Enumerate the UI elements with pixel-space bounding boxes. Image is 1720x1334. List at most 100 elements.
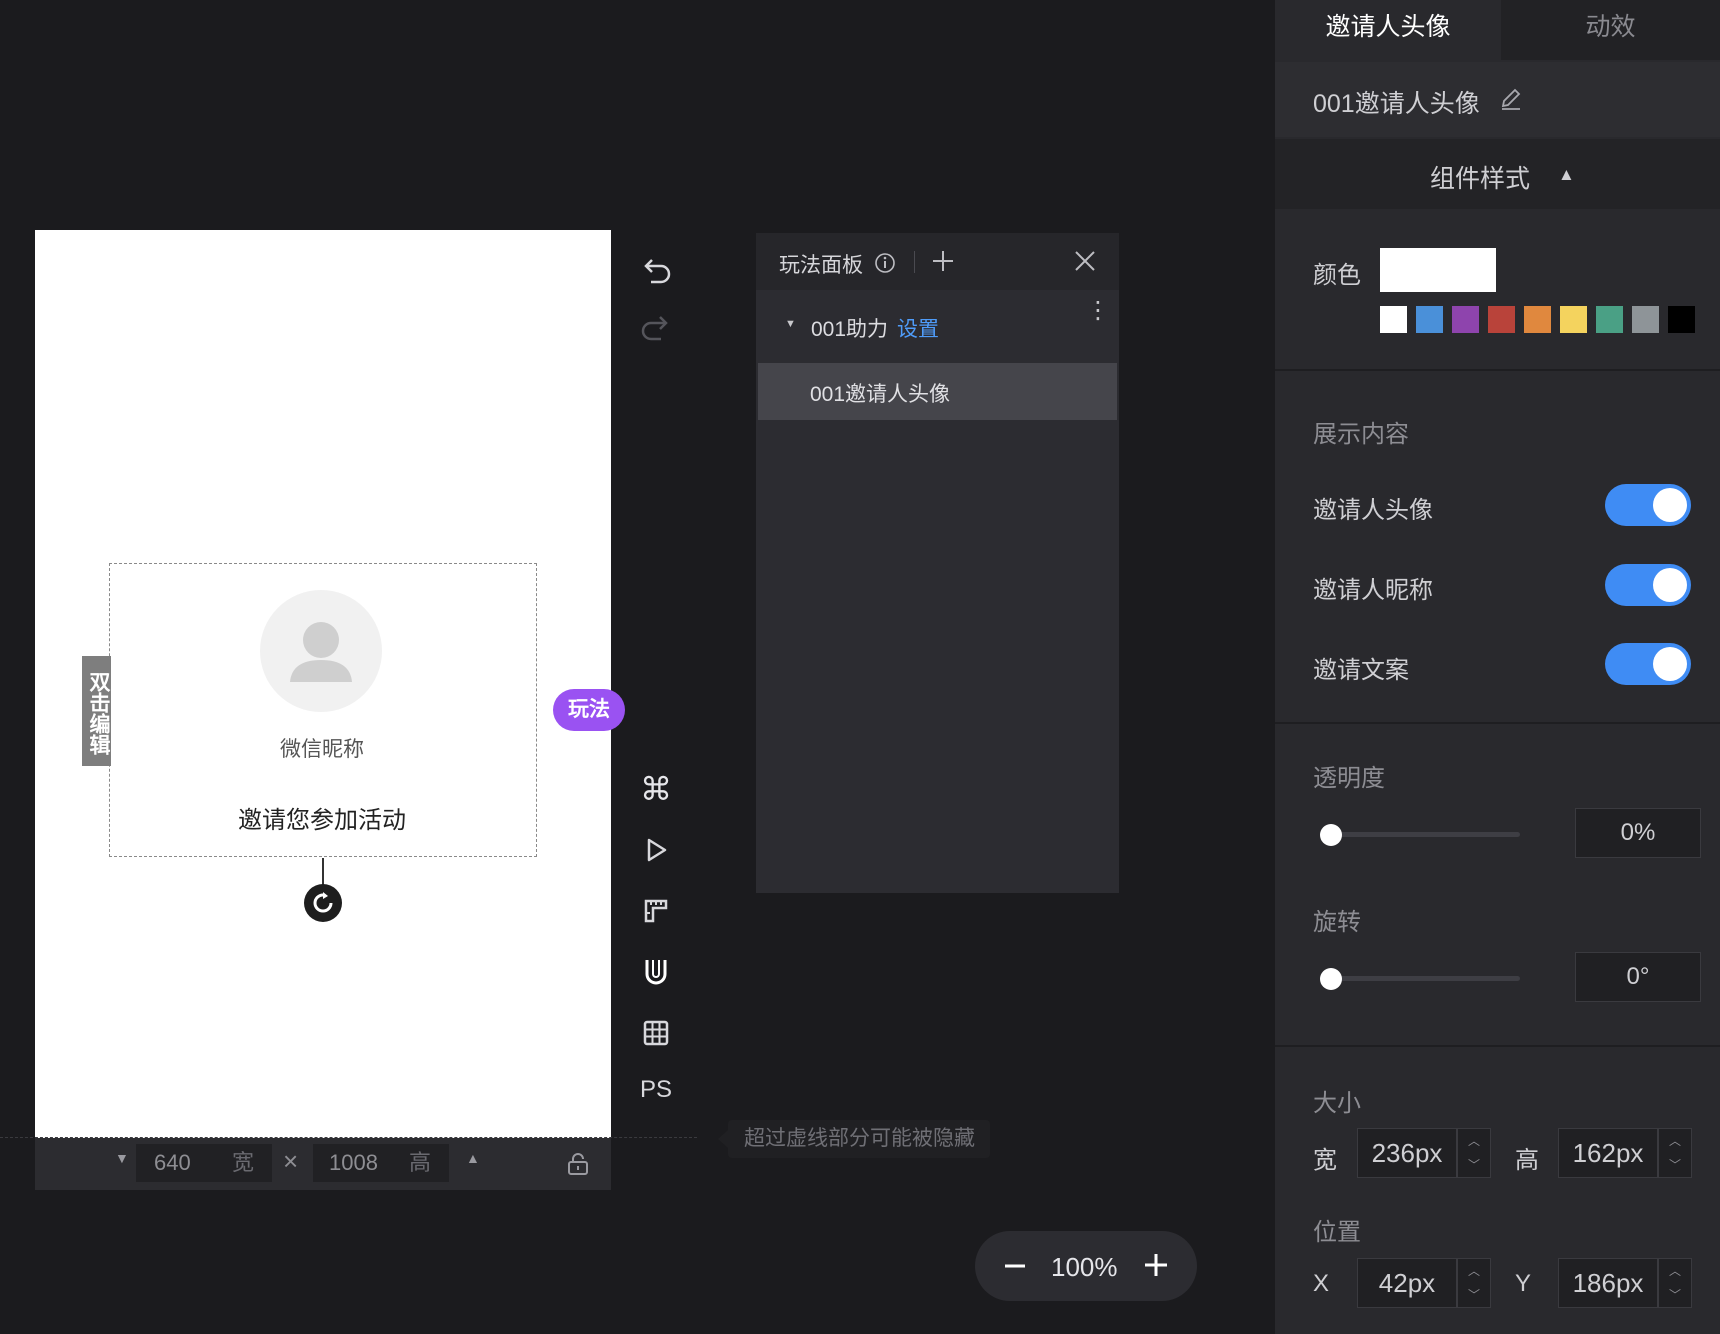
opacity-slider-knob[interactable] <box>1320 824 1342 846</box>
ruler-icon <box>644 899 668 923</box>
caret-down-icon[interactable]: ▼ <box>785 318 796 330</box>
opacity-value[interactable]: 0% <box>1575 808 1701 858</box>
play-panel-title: 玩法面板 <box>779 254 863 277</box>
double-click-edit-label[interactable]: 双击编辑 <box>82 656 111 766</box>
play-group-name: 001助力 <box>811 318 889 341</box>
divider <box>1275 722 1720 724</box>
swatch-red[interactable] <box>1488 306 1515 333</box>
play-item-row[interactable]: 001邀请人头像 <box>758 363 1117 420</box>
swatch-black[interactable] <box>1668 306 1695 333</box>
canvas-height-value: 1008 <box>329 1150 378 1175</box>
width-input[interactable]: 236px <box>1357 1128 1457 1178</box>
x-stepper[interactable]: ︿ ﹀ <box>1457 1258 1491 1308</box>
command-icon: ⌘ <box>640 771 672 807</box>
shortcut-button[interactable]: ⌘ <box>636 769 676 809</box>
inspector-panel: 邀请人头像 动效 001邀请人头像 组件样式 ▲ 颜色 展示内容 邀请人头像 邀… <box>1275 0 1720 1334</box>
toggle-knob <box>1653 568 1687 602</box>
x-label: X <box>1313 1270 1330 1297</box>
toggle-knob <box>1653 647 1687 681</box>
chevron-up-icon[interactable]: ︿ <box>1458 1129 1490 1153</box>
height-input[interactable]: 162px <box>1558 1128 1658 1178</box>
swatch-blue[interactable] <box>1416 306 1443 333</box>
close-icon[interactable] <box>1074 250 1096 272</box>
canvas-height-field[interactable]: 1008 高 <box>313 1144 449 1182</box>
color-preview[interactable] <box>1380 248 1496 292</box>
caret-up-icon: ▲ <box>1558 165 1575 184</box>
caret-up-icon[interactable]: ▲ <box>466 1150 480 1166</box>
preview-button[interactable] <box>636 830 676 870</box>
display-content-label: 展示内容 <box>1313 421 1409 448</box>
more-vertical-icon[interactable]: ⋮ <box>1086 299 1110 323</box>
toggle-label-avatar: 邀请人头像 <box>1313 497 1433 524</box>
opacity-slider-track[interactable] <box>1320 832 1520 837</box>
component-name-row: 001邀请人头像 <box>1275 62 1720 137</box>
rotate-value[interactable]: 0° <box>1575 952 1701 1002</box>
tab-animation[interactable]: 动效 <box>1501 0 1720 60</box>
rotate-slider-knob[interactable] <box>1320 968 1342 990</box>
tab-invitee-avatar[interactable]: 邀请人头像 <box>1275 0 1501 60</box>
swatch-orange[interactable] <box>1524 306 1551 333</box>
grid-icon <box>643 1020 669 1046</box>
rotate-handle[interactable] <box>304 884 342 922</box>
height-stepper[interactable]: ︿ ﹀ <box>1658 1128 1692 1178</box>
canvas-width-field[interactable]: 640 宽 <box>136 1144 272 1182</box>
divider <box>1275 1045 1720 1047</box>
show-avatar-toggle[interactable] <box>1605 484 1691 526</box>
canvas-width-unit: 宽 <box>231 1150 254 1175</box>
color-label: 颜色 <box>1313 262 1361 289</box>
x-input[interactable]: 42px <box>1357 1258 1457 1308</box>
zoom-out-icon[interactable] <box>1003 1257 1027 1275</box>
height-label: 高 <box>1515 1147 1539 1174</box>
play-panel-header: 玩法面板 <box>756 233 1119 290</box>
chevron-down-icon[interactable]: ﹀ <box>1458 1153 1490 1177</box>
component-style-title: 组件样式 <box>1430 165 1531 193</box>
position-label: 位置 <box>1313 1219 1361 1246</box>
zoom-level: 100% <box>1051 1252 1118 1282</box>
edit-icon[interactable] <box>1498 86 1524 112</box>
y-input[interactable]: 186px <box>1558 1258 1658 1308</box>
ruler-button[interactable] <box>636 891 676 931</box>
chevron-down-icon[interactable]: ﹀ <box>1458 1283 1490 1307</box>
magnet-icon <box>645 960 667 985</box>
canvas-size-bar: ▼ 640 宽 × 1008 高 ▲ <box>35 1138 611 1190</box>
chevron-down-icon[interactable]: ﹀ <box>1659 1153 1691 1177</box>
show-nickname-toggle[interactable] <box>1605 564 1691 606</box>
play-group-settings-link[interactable]: 设置 <box>897 313 939 343</box>
swatch-yellow[interactable] <box>1560 306 1587 333</box>
chevron-down-icon[interactable]: ﹀ <box>1659 1283 1691 1307</box>
caret-down-icon[interactable]: ▼ <box>115 1150 129 1166</box>
chevron-up-icon[interactable]: ︿ <box>1458 1259 1490 1283</box>
redo-button[interactable] <box>636 308 676 348</box>
ps-import-button[interactable]: PS <box>640 1076 672 1104</box>
times-icon: × <box>283 1146 299 1176</box>
y-stepper[interactable]: ︿ ﹀ <box>1658 1258 1692 1308</box>
swatch-purple[interactable] <box>1452 306 1479 333</box>
chevron-up-icon[interactable]: ︿ <box>1659 1259 1691 1283</box>
swatch-green[interactable] <box>1596 306 1623 333</box>
redo-icon <box>641 316 668 341</box>
grid-button[interactable] <box>636 1013 676 1053</box>
zoom-in-icon[interactable] <box>1143 1252 1169 1278</box>
toggle-knob <box>1653 488 1687 522</box>
swatch-gray[interactable] <box>1632 306 1659 333</box>
undo-button[interactable] <box>636 251 676 291</box>
show-invite-text-toggle[interactable] <box>1605 643 1691 685</box>
add-icon[interactable] <box>931 249 955 273</box>
swatch-white[interactable] <box>1380 306 1407 333</box>
play-tag[interactable]: 玩法 <box>553 689 625 731</box>
component-name: 001邀请人头像 <box>1313 90 1480 118</box>
rotate-icon <box>313 892 333 913</box>
hint-arrow <box>718 1130 728 1148</box>
hidden-area-hint: 超过虚线部分可能被隐藏 <box>728 1120 990 1158</box>
toggle-label-nickname: 邀请人昵称 <box>1313 577 1433 604</box>
y-label: Y <box>1515 1270 1532 1297</box>
chevron-up-icon[interactable]: ︿ <box>1659 1129 1691 1153</box>
width-stepper[interactable]: ︿ ﹀ <box>1457 1128 1491 1178</box>
component-style-header[interactable]: 组件样式 ▲ <box>1275 139 1720 209</box>
snap-button[interactable] <box>636 952 676 992</box>
info-icon[interactable] <box>874 252 896 274</box>
rotate-slider-track[interactable] <box>1320 976 1520 981</box>
unlock-icon[interactable] <box>566 1152 590 1176</box>
user-icon <box>290 622 352 682</box>
play-group-row[interactable]: ▼ 001助力 设置 ⋮ <box>756 290 1119 362</box>
